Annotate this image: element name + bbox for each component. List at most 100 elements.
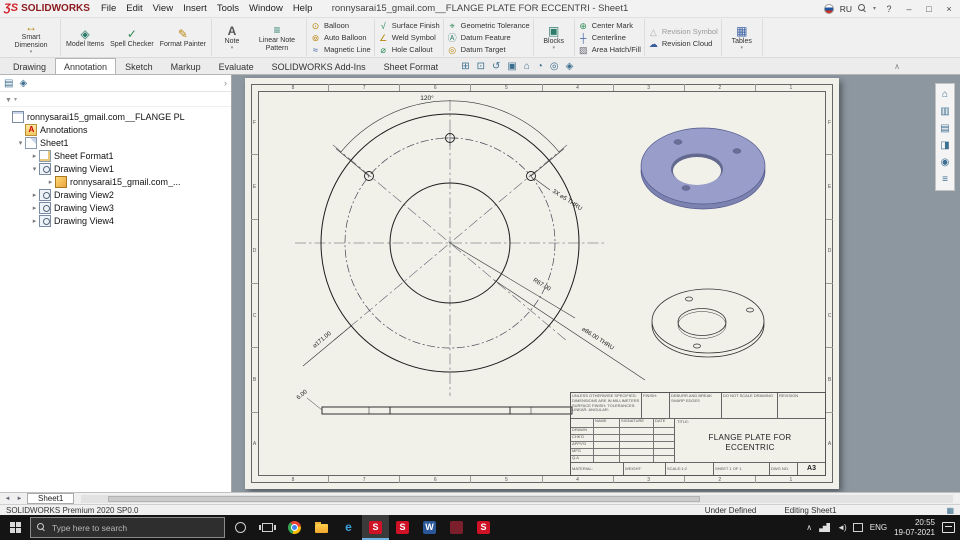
revision-cloud-button[interactable]: Revision Cloud	[648, 39, 718, 49]
auto-balloon-button[interactable]: Auto Balloon	[310, 33, 371, 43]
area-hatch-button[interactable]: Area Hatch/Fill	[578, 45, 641, 55]
hole-callout-button[interactable]: Hole Callout	[378, 45, 440, 55]
taskbar-app-button[interactable]	[389, 515, 416, 540]
dimension-label[interactable]: R67.00	[532, 278, 552, 293]
tray-app-icon[interactable]	[852, 523, 863, 532]
taskbar-app-button[interactable]	[254, 515, 281, 540]
magnetic-line-button[interactable]: Magnetic Line	[310, 45, 371, 55]
dimension-label[interactable]: ⌀171.00	[312, 330, 333, 349]
taskbar-app-button[interactable]	[281, 515, 308, 540]
menu-item[interactable]: View	[148, 3, 178, 14]
dimension-label[interactable]: 120°	[420, 94, 434, 102]
feature-tree-tab-icon[interactable]	[4, 78, 13, 89]
search-icon[interactable]	[857, 4, 867, 13]
panel-chevron-icon[interactable]: ›	[224, 78, 227, 88]
heads-up-icon[interactable]	[477, 61, 485, 72]
task-pane-icon[interactable]	[936, 103, 954, 120]
smart-dimension-button[interactable]: Smart Dimension	[5, 19, 57, 55]
task-pane-icon[interactable]	[936, 154, 954, 171]
heads-up-icon[interactable]	[461, 61, 469, 72]
dimension-label[interactable]: 6.00	[296, 389, 309, 402]
tree-expand-icon[interactable]: ▾	[16, 139, 25, 147]
tree-item[interactable]: ▸ ronnysarai15_gmail.com_...	[0, 175, 231, 188]
volume-icon[interactable]	[837, 522, 846, 533]
prev-sheet-icon[interactable]: ◄	[3, 496, 12, 502]
taskbar-search[interactable]	[30, 517, 225, 538]
heads-up-icon[interactable]	[566, 61, 574, 72]
ribbon-tab[interactable]: Sheet Format	[375, 58, 448, 74]
taskbar-app-button[interactable]	[470, 515, 497, 540]
side-view[interactable]: 6.00	[296, 389, 573, 415]
taskbar-app-button[interactable]	[308, 515, 335, 540]
menu-item[interactable]: Insert	[178, 3, 212, 14]
ribbon-tab[interactable]: Evaluate	[210, 58, 263, 74]
help-button[interactable]: ?	[882, 4, 896, 14]
tree-item[interactable]: ▾ Sheet1	[0, 136, 231, 149]
close-button[interactable]: ×	[942, 4, 956, 14]
network-icon[interactable]	[819, 523, 831, 532]
model-items-button[interactable]: Model Items	[64, 26, 106, 50]
next-sheet-icon[interactable]: ►	[15, 496, 24, 502]
spell-checker-button[interactable]: Spell Checker	[108, 26, 156, 50]
taskbar-app-button[interactable]	[227, 515, 254, 540]
minimize-button[interactable]: –	[902, 4, 916, 14]
heads-up-icon[interactable]	[550, 61, 559, 72]
status-grid-icon[interactable]	[946, 506, 954, 515]
heads-up-icon[interactable]	[537, 61, 543, 72]
tree-expand-icon[interactable]: ▸	[30, 152, 39, 160]
tree-expand-icon[interactable]: ▸	[30, 217, 39, 225]
language-indicator[interactable]: ENG	[870, 523, 887, 532]
taskbar-app-button[interactable]	[362, 515, 389, 540]
maximize-button[interactable]: □	[922, 4, 936, 14]
tree-item[interactable]: ▸ Drawing View3	[0, 201, 231, 214]
tree-item[interactable]: ronnysarai15_gmail.com__FLANGE PL	[0, 110, 231, 123]
ribbon-tab[interactable]: Annotation	[55, 58, 117, 74]
start-button[interactable]	[0, 515, 30, 540]
dimension-label[interactable]: 3X ⌀5 THRU	[551, 189, 583, 213]
clock[interactable]: 20:55 19-07-2021	[894, 518, 935, 536]
task-pane-icon[interactable]	[936, 86, 954, 103]
geometric-tolerance-button[interactable]: Geometric Tolerance	[447, 21, 530, 31]
property-manager-tab-icon[interactable]	[19, 78, 27, 89]
tree-expand-icon[interactable]: ▸	[46, 178, 55, 186]
note-button[interactable]: Note	[215, 23, 249, 52]
language-badge[interactable]: RU	[840, 4, 852, 14]
tables-button[interactable]: Tables	[725, 23, 759, 52]
taskbar-app-button[interactable]	[416, 515, 443, 540]
menu-item[interactable]: Help	[288, 3, 318, 14]
tree-item[interactable]: ▸ Drawing View4	[0, 214, 231, 227]
scrollbar-thumb[interactable]	[107, 495, 701, 502]
action-center-icon[interactable]	[942, 522, 955, 533]
format-painter-button[interactable]: Format Painter	[158, 26, 208, 50]
tree-expand-icon[interactable]: ▸	[30, 204, 39, 212]
collapse-ribbon-icon[interactable]: ∧	[894, 62, 900, 71]
tree-item[interactable]: ▾ Drawing View1	[0, 162, 231, 175]
search-input[interactable]	[52, 522, 202, 533]
menu-item[interactable]: File	[96, 3, 121, 14]
search-caret-icon[interactable]: ▾	[873, 5, 876, 12]
menu-item[interactable]: Window	[244, 3, 288, 14]
front-view[interactable]: 120° 3X ⌀5 THRU R67.00 ⌀171.00 ⌀86.00 TH…	[295, 94, 646, 396]
taskbar-app-button[interactable]	[335, 515, 362, 540]
sheet-tab[interactable]: Sheet1	[27, 493, 75, 504]
shaded-view[interactable]	[640, 127, 766, 210]
language-flag-icon[interactable]	[823, 3, 834, 14]
weld-symbol-button[interactable]: Weld Symbol	[378, 33, 440, 43]
isometric-view[interactable]	[651, 288, 765, 358]
tray-chevron-icon[interactable]	[806, 523, 812, 532]
ribbon-tab[interactable]: Markup	[162, 58, 210, 74]
linear-note-pattern-button[interactable]: Linear Note Pattern	[251, 22, 303, 53]
filter-caret-icon[interactable]: ▾	[14, 96, 17, 103]
center-mark-button[interactable]: Center Mark	[578, 21, 641, 31]
tree-expand-icon[interactable]: ▸	[30, 191, 39, 199]
blocks-button[interactable]: Blocks	[537, 23, 571, 52]
ribbon-tab[interactable]: Drawing	[4, 58, 55, 74]
tree-expand-icon[interactable]: ▾	[30, 165, 39, 173]
menu-item[interactable]: Edit	[121, 3, 147, 14]
task-pane-icon[interactable]	[936, 120, 954, 137]
graphics-area[interactable]: 87654321 87654321 FEDCBA FEDCBA 120° 3X …	[232, 75, 960, 492]
datum-target-button[interactable]: Datum Target	[447, 45, 530, 55]
tree-item[interactable]: ▸ Sheet Format1	[0, 149, 231, 162]
datum-feature-button[interactable]: Datum Feature	[447, 33, 530, 43]
taskbar-app-button[interactable]	[443, 515, 470, 540]
